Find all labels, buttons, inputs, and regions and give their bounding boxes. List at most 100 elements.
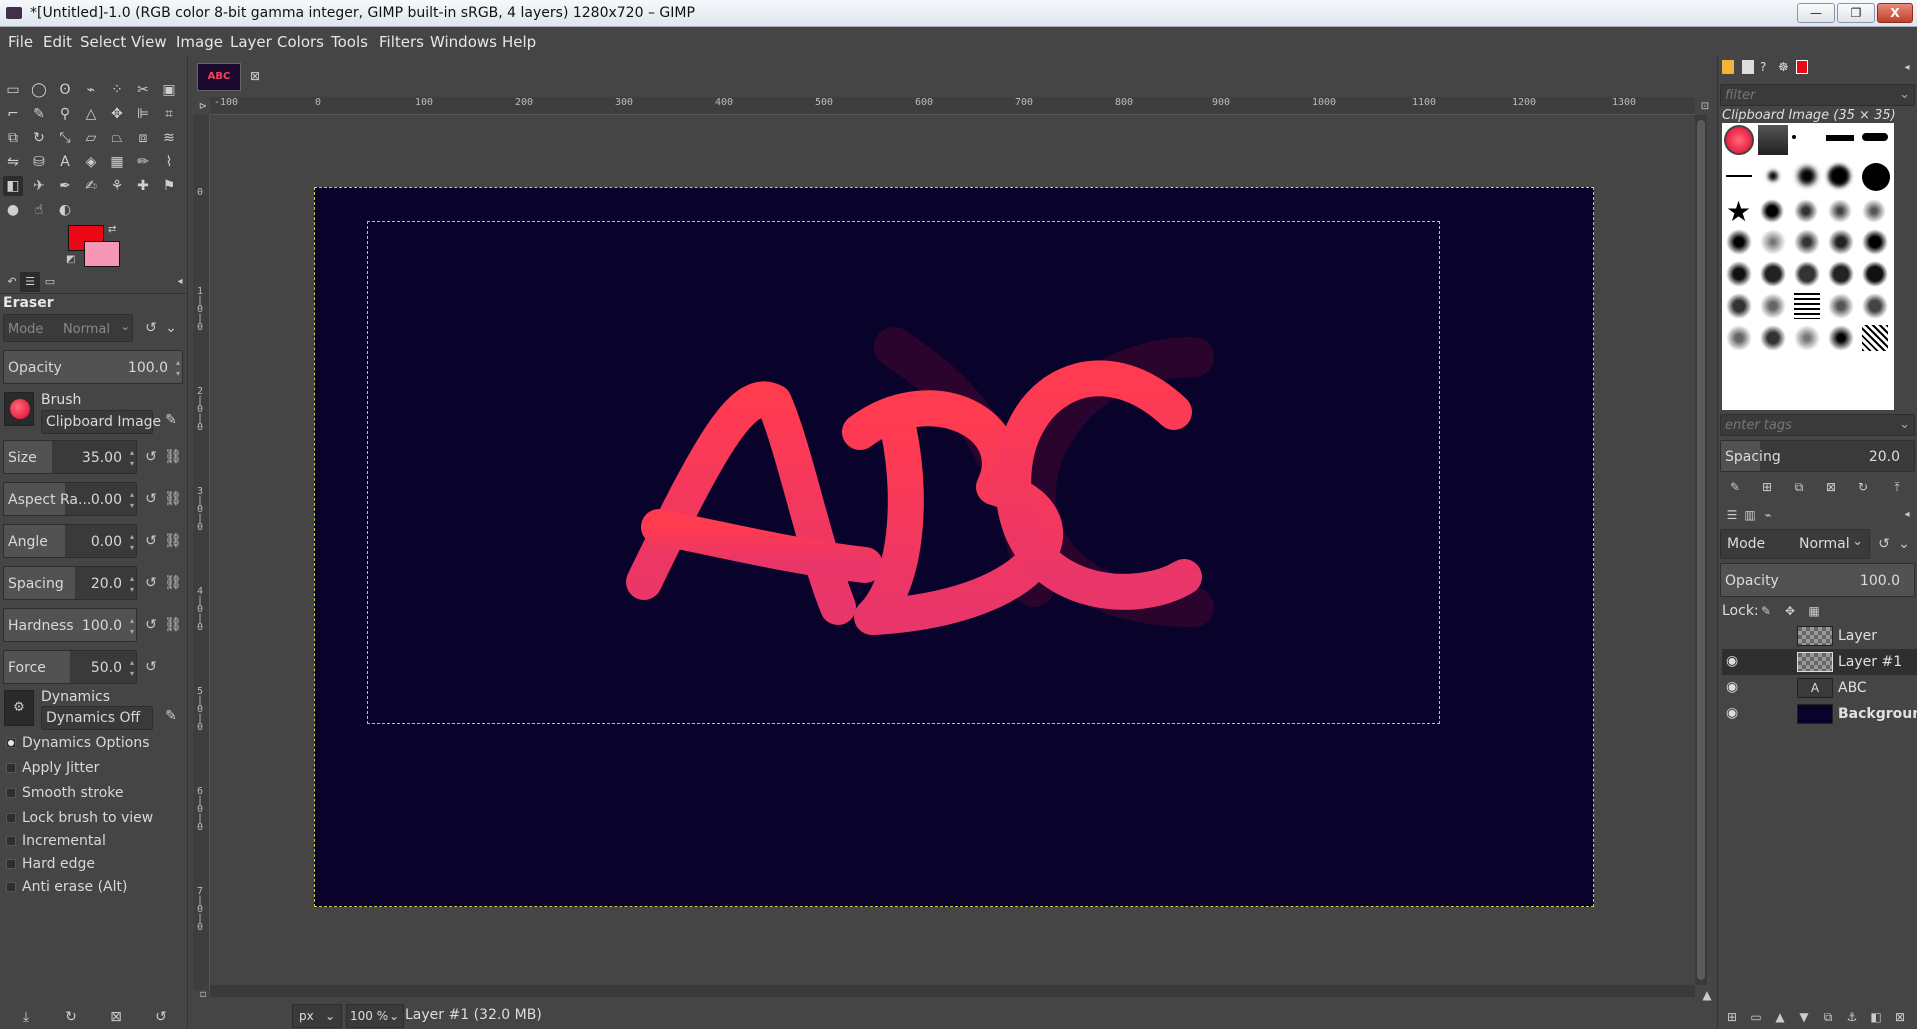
tab-menu-icon[interactable]: ◂ [170,272,190,292]
brush-spacing-slider[interactable]: Spacing 20.0 [1720,440,1915,472]
menu-file[interactable]: File [8,33,33,51]
menu-image[interactable]: Image [176,33,223,51]
zoom-tool-icon[interactable]: ⚲ [55,104,75,124]
delete-brush-icon[interactable]: ⊠ [1821,477,1841,497]
blur-sharpen-tool-icon[interactable]: ● [3,200,23,220]
brush-item[interactable] [1794,229,1820,255]
help-tab-icon[interactable]: ? [1760,60,1766,74]
brush-item[interactable] [1794,293,1820,319]
reset-size-icon[interactable]: ↺ [141,447,161,467]
edit-brush-icon[interactable]: ✎ [1725,477,1745,497]
background-color-swatch[interactable] [84,241,120,267]
rect-select-tool-icon[interactable]: ▭ [3,80,23,100]
brush-item[interactable] [1862,199,1886,223]
menu-select[interactable]: Select [80,33,126,51]
horizontal-ruler[interactable]: -100 0 100 200 300 400 500 600 700 800 9… [210,97,1695,115]
brush-item[interactable] [1798,167,1816,185]
lower-layer-icon[interactable]: ▼ [1794,1007,1814,1027]
brush-item[interactable] [1768,171,1778,181]
brush-item[interactable] [1862,293,1888,319]
reset-mode-icon[interactable]: ↺ [141,318,161,338]
brush-item[interactable] [1794,199,1818,223]
link-spacing-icon[interactable]: ⛓ [163,573,183,593]
heal-tool-icon[interactable]: ✚ [133,176,153,196]
anchor-layer-icon[interactable]: ⚓ [1842,1007,1862,1027]
duplicate-brush-icon[interactable]: ⧉ [1789,477,1809,497]
brush-item[interactable] [1794,261,1820,287]
refresh-brushes-icon[interactable]: ↻ [1853,477,1873,497]
dynamics-icon[interactable]: ⚙ [4,690,34,726]
horizontal-scrollbar[interactable] [210,985,1695,997]
incremental-checkbox[interactable] [6,836,16,846]
layer-row[interactable]: ◉ Layer #1 [1722,649,1917,675]
brush-item[interactable] [1760,325,1786,351]
aspect-ratio-slider[interactable]: Aspect Ra... 0.00 ▴ ▾ [3,482,137,516]
brush-item[interactable] [1862,325,1888,351]
new-brush-icon[interactable]: ⊞ [1757,477,1777,497]
minimize-button[interactable]: — [1797,3,1835,23]
dynamics-field[interactable]: Dynamics Off [41,706,153,730]
star-brush-icon[interactable]: ★ [1726,197,1756,227]
scale-tool-icon[interactable]: ⤡ [55,128,75,148]
eye-icon[interactable]: ◉ [1726,679,1746,697]
dock-menu-icon[interactable]: ◂ [1897,505,1917,525]
unified-transform-tool-icon[interactable]: ⧉ [3,128,23,148]
brush-item[interactable] [1794,325,1820,351]
menu-windows[interactable]: Windows [430,33,497,51]
menu-layer[interactable]: Layer [230,33,272,51]
pencil-tool-icon[interactable]: ✏ [133,152,153,172]
menu-filters[interactable]: Filters [379,33,424,51]
brush-item[interactable] [1862,133,1888,141]
close-button[interactable]: X [1877,3,1913,23]
mypaint-brush-tool-icon[interactable]: ✍ [81,176,101,196]
brush-item[interactable] [1828,229,1854,255]
new-layer-icon[interactable]: ⊞ [1722,1007,1742,1027]
lock-brush-checkbox[interactable] [6,813,16,823]
eye-icon[interactable]: ◉ [1726,653,1746,671]
gradient-tool-icon[interactable]: ▦ [107,152,127,172]
hardness-slider[interactable]: Hardness 100.0 ▴ ▾ [3,608,137,642]
ellipse-select-tool-icon[interactable]: ◯ [29,80,49,100]
vertical-scrollbar[interactable] [1695,115,1707,985]
brush-item[interactable] [1828,199,1852,223]
reset-spacing-icon[interactable]: ↺ [141,573,161,593]
opacity-slider[interactable]: Opacity 100.0 ▴ ▾ [3,350,183,384]
lock-alpha-icon[interactable]: ▦ [1804,601,1824,621]
vertical-ruler[interactable]: 0 1|0|0 2|0|0 3|0|0 4|0|0 5|0|0 6|0|0 7|… [193,115,210,990]
link-angle-icon[interactable]: ⛓ [163,531,183,551]
brush-item[interactable] [1726,325,1752,351]
restore-options-icon[interactable]: ↻ [61,1007,81,1027]
layers-tab-icon[interactable]: ☰ [1722,505,1742,525]
open-brush-icon[interactable]: ⤒ [1887,477,1907,497]
warp-transform-tool-icon[interactable]: ≋ [159,128,179,148]
tool-options-tab-icon[interactable]: ☰ [20,272,40,292]
flip-tool-icon[interactable]: ⇋ [3,152,23,172]
brush-clipboard-image[interactable] [1724,125,1754,155]
spacing-slider[interactable]: Spacing 20.0 ▴ ▾ [3,566,137,600]
clone-tool-icon[interactable]: ⚘ [107,176,127,196]
brush-item[interactable] [1760,261,1786,287]
link-aspect-icon[interactable]: ⛓ [163,489,183,509]
cage-transform-tool-icon[interactable]: ⧈ [133,128,153,148]
channels-tab-icon[interactable]: ▥ [1740,505,1760,525]
maximize-button[interactable]: ❐ [1837,3,1875,23]
brush-item[interactable] [1792,135,1796,139]
reset-hardness-icon[interactable]: ↺ [141,615,161,635]
brush-item[interactable] [1862,261,1888,287]
brush-item[interactable] [1828,325,1854,351]
delete-layer-icon[interactable]: ⊠ [1890,1007,1910,1027]
paintbrush-tool-icon[interactable]: ⌇ [159,152,179,172]
chevron-down-icon[interactable]: ⌄ [161,318,181,338]
brush-item[interactable] [1726,229,1752,255]
menu-colors[interactable]: Colors [277,33,324,51]
perspective-clone-tool-icon[interactable]: ⚑ [159,176,179,196]
edit-brush-icon[interactable]: ✎ [161,410,181,430]
size-slider[interactable]: Size 35.00 ▴ ▾ [3,440,137,474]
brush-item[interactable] [1862,229,1888,255]
dynamics-options-expander[interactable] [6,738,16,748]
eraser-tool-icon[interactable]: ◧ [3,176,23,196]
image-tab-thumbnail[interactable]: ABC [197,63,241,91]
reset-options-icon[interactable]: ↺ [151,1007,171,1027]
mode-dropdown[interactable]: Mode Normal ⌄ [3,314,133,342]
layer-opacity-slider[interactable]: Opacity 100.0 [1720,563,1915,597]
